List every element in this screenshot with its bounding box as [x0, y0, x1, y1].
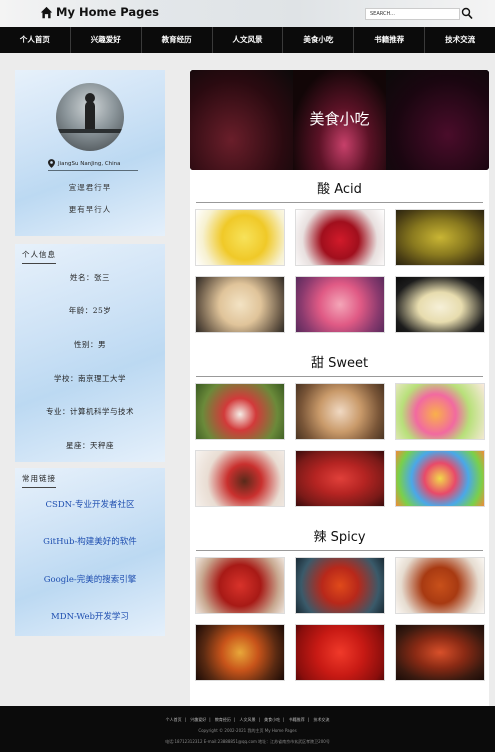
footer-link-scenery[interactable]: 人文风景 [240, 717, 256, 722]
footer-link-home[interactable]: 个人首页 [166, 717, 182, 722]
site-footer: 个人首页 | 兴趣爱好 | 教育经历 | 人文风景 | 美食小吃 | 书籍推荐 | 技术交流… [0, 706, 495, 752]
search-input[interactable]: SEARCH... [365, 8, 460, 20]
info-zodiac: 星座：天秤座 [66, 441, 114, 450]
section-title-acid: 酸 Acid [317, 182, 362, 197]
link-csdn[interactable]: CSDN-专业开发者社区 [15, 498, 165, 510]
section-divider [196, 376, 483, 377]
motto-line-1: 宜逞君行早 [68, 183, 112, 192]
nav-item-home[interactable]: 个人首页 [0, 27, 71, 53]
section-divider [196, 202, 483, 203]
link-mdn[interactable]: MDN-Web开发学习 [15, 610, 165, 622]
footer-address: 电话:18712312312 E-mail:23888851@qq.com 地址… [165, 739, 330, 744]
food-image-crayfish[interactable] [195, 557, 285, 614]
footer-link-tech[interactable]: 技术交流 [313, 717, 329, 722]
food-banner: 美食小吃 [190, 70, 489, 170]
food-image-boiled-fish[interactable] [295, 557, 385, 614]
food-image-bamboo-shoot[interactable] [395, 276, 485, 333]
nav-item-hobbies[interactable]: 兴趣爱好 [71, 27, 142, 53]
food-image-cake[interactable] [195, 383, 285, 440]
link-google[interactable]: Google-完美的搜索引擎 [15, 573, 165, 585]
search-icon[interactable] [461, 7, 473, 20]
food-image-sour-beans[interactable] [395, 209, 485, 266]
site-header: My Home Pages SEARCH... [0, 0, 495, 27]
food-image-lemon[interactable] [195, 209, 285, 266]
info-school: 学校：南京理工大学 [54, 374, 126, 383]
location-pin-icon [48, 159, 55, 168]
main-nav: 个人首页 兴趣爱好 教育经历 人文风景 美食小吃 书籍推荐 技术交流 [0, 27, 495, 53]
food-image-candy-bowls[interactable] [295, 383, 385, 440]
food-image-macarons[interactable] [395, 383, 485, 440]
food-image-chicken-feet[interactable] [195, 276, 285, 333]
brand[interactable]: My Home Pages [40, 5, 159, 19]
info-name: 姓名：张三 [70, 273, 110, 282]
food-image-spicy-chicken[interactable] [395, 557, 485, 614]
food-image-grilled-fish[interactable] [395, 624, 485, 681]
links-title: 常用链接 [22, 473, 56, 488]
food-image-chili-peppers[interactable] [295, 624, 385, 681]
main-content: 美食小吃 酸 Acid 甜 Sweet 辣 Spicy [190, 70, 489, 706]
section-divider [196, 550, 483, 551]
avatar [56, 83, 124, 151]
footer-nav: 个人首页 | 兴趣爱好 | 教育经历 | 人文风景 | 美食小吃 | 书籍推荐 | 技术交流 [165, 717, 330, 722]
food-image-pickled-radish[interactable] [295, 276, 385, 333]
food-image-spicy-pot[interactable] [195, 624, 285, 681]
location-text: JiangSu NanJing, China [58, 160, 121, 167]
info-title: 个人信息 [22, 249, 56, 264]
footer-link-books[interactable]: 书籍推荐 [289, 717, 305, 722]
profile-panel: JiangSu NanJing, China 宜逞君行早 更有早行人 [15, 70, 165, 236]
footer-link-hobbies[interactable]: 兴趣爱好 [190, 717, 206, 722]
food-image-lava-cake[interactable] [195, 450, 285, 507]
home-icon [40, 6, 53, 18]
motto-line-2: 更有早行人 [68, 205, 112, 214]
nav-item-education[interactable]: 教育经历 [142, 27, 213, 53]
links-panel: 常用链接 CSDN-专业开发者社区 GitHub-构建美好的软件 Google-… [15, 468, 165, 636]
nav-item-scenery[interactable]: 人文风景 [213, 27, 284, 53]
link-github[interactable]: GitHub-构建美好的软件 [15, 535, 165, 547]
nav-item-books[interactable]: 书籍推荐 [354, 27, 426, 53]
info-major: 专业：计算机科学与技术 [46, 407, 134, 416]
info-gender: 性别：男 [74, 340, 106, 349]
info-panel: 个人信息 姓名：张三 年龄：25岁 性别：男 学校：南京理工大学 专业：计算机科… [15, 244, 165, 462]
brand-title: My Home Pages [56, 5, 160, 19]
nav-item-food[interactable]: 美食小吃 [283, 27, 355, 53]
footer-copyright: Copyright © 2002-2021 我的主页 My Home Pages [198, 728, 297, 733]
food-image-colorful-candies[interactable] [395, 450, 485, 507]
info-age: 年龄：25岁 [68, 306, 112, 315]
banner-title: 美食小吃 [309, 110, 370, 128]
location: JiangSu NanJing, China [48, 157, 138, 171]
footer-link-food[interactable]: 美食小吃 [264, 717, 280, 722]
section-title-spicy: 辣 Spicy [313, 530, 366, 545]
food-image-red-cake[interactable] [295, 450, 385, 507]
section-title-sweet: 甜 Sweet [310, 356, 369, 371]
footer-link-education[interactable]: 教育经历 [215, 717, 231, 722]
nav-item-tech[interactable]: 技术交流 [425, 27, 495, 53]
food-image-hawthorn[interactable] [295, 209, 385, 266]
